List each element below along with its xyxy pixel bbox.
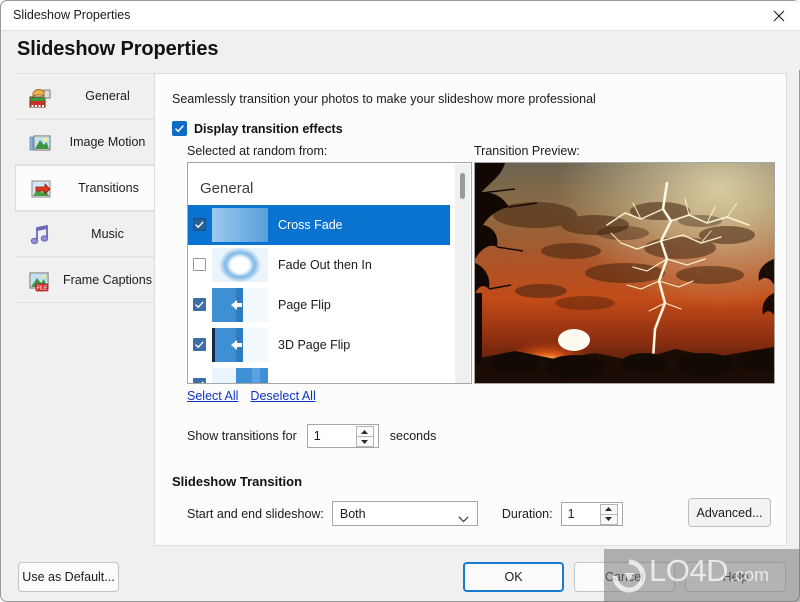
list-item[interactable] [188, 365, 450, 383]
dialog-window: Slideshow Properties Slideshow Propertie… [0, 0, 800, 602]
start-end-row: Start and end slideshow: Both Duration: … [187, 501, 623, 526]
stepper-up-icon[interactable] [599, 503, 618, 515]
3d-page-flip-thumb [212, 328, 268, 362]
show-transitions-stepper[interactable]: 1 [306, 424, 379, 448]
start-end-value: Both [339, 506, 366, 521]
picture-file-icon: FILE [27, 268, 53, 294]
advanced-button[interactable]: Advanced... [688, 498, 771, 527]
list-item-label: 3D Page Flip [278, 338, 351, 352]
scrollbar-thumb[interactable] [460, 173, 465, 199]
duration-label: Duration: [501, 506, 553, 521]
sidebar: General Image Motion Transitions Music F… [15, 73, 156, 303]
sidebar-item-image-motion[interactable]: Image Motion [15, 119, 154, 165]
sidebar-item-label: Image Motion [69, 135, 146, 149]
ok-button[interactable]: OK [463, 562, 564, 592]
list-actions: Select All Deselect All [187, 389, 316, 403]
row-checkbox-unchecked-icon[interactable] [193, 258, 206, 271]
stepper-buttons [599, 503, 618, 525]
stepper-up-icon[interactable] [355, 426, 374, 437]
list-item-label: Cross Fade [278, 218, 343, 232]
row-checkbox-checked-icon[interactable] [193, 298, 206, 311]
fade-out-in-thumb [212, 248, 268, 282]
transitions-listbox[interactable]: General Cross Fade Fade Out then In Page… [187, 162, 472, 384]
picture-motion-icon [27, 130, 53, 156]
list-item[interactable]: Fade Out then In [188, 245, 450, 285]
content-panel: Seamlessly transition your photos to mak… [154, 73, 787, 546]
show-transitions-value: 1 [313, 429, 321, 443]
use-as-default-button[interactable]: Use as Default... [18, 562, 119, 592]
camera-film-icon [27, 84, 53, 110]
checkbox-checked-icon [172, 121, 187, 136]
select-all-link[interactable]: Select All [187, 389, 238, 403]
show-transitions-unit: seconds [389, 429, 437, 443]
duration-stepper[interactable]: 1 [560, 501, 623, 526]
slideshow-transition-title: Slideshow Transition [172, 474, 303, 489]
help-button[interactable]: Help [685, 562, 786, 592]
display-transition-effects-checkbox[interactable]: Display transition effects [172, 121, 343, 136]
title-bar: Slideshow Properties [1, 1, 800, 31]
row-checkbox-checked-icon[interactable] [193, 218, 206, 231]
deselect-all-link[interactable]: Deselect All [250, 389, 315, 403]
row-checkbox-checked-icon[interactable] [193, 338, 206, 351]
list-group-header: General [200, 180, 254, 197]
svg-text:FILE: FILE [37, 285, 48, 291]
list-item-label: Fade Out then In [278, 258, 372, 272]
list-item-label: Page Flip [278, 298, 331, 312]
music-note-icon [27, 222, 53, 248]
cancel-button[interactable]: Cancel [574, 562, 675, 592]
list-item[interactable]: Cross Fade [188, 205, 450, 245]
sidebar-item-label: General [85, 89, 130, 103]
page-flip-thumb [212, 288, 268, 322]
duration-value: 1 [567, 506, 575, 521]
transitions-list: Cross Fade Fade Out then In Page Flip 3D… [188, 205, 450, 383]
start-end-label: Start and end slideshow: [187, 506, 324, 521]
partial-thumb [212, 368, 268, 383]
row-checkbox-checked-icon[interactable] [193, 378, 206, 383]
sidebar-item-label: Frame Captions [63, 273, 152, 287]
stepper-down-icon[interactable] [599, 514, 618, 525]
intro-text: Seamlessly transition your photos to mak… [172, 92, 596, 106]
sidebar-item-label: Transitions [78, 181, 139, 195]
list-item[interactable]: 3D Page Flip [188, 325, 450, 365]
window-title: Slideshow Properties [13, 8, 131, 22]
sidebar-item-music[interactable]: Music [15, 211, 154, 257]
show-transitions-label: Show transitions for [187, 429, 297, 443]
checkbox-label: Display transition effects [194, 121, 343, 136]
chevron-down-icon [458, 510, 469, 528]
selected-at-random-label: Selected at random from: [187, 144, 328, 158]
start-end-select[interactable]: Both [331, 501, 478, 528]
show-transitions-row: Show transitions for 1 seconds [187, 424, 436, 448]
sidebar-item-frame-captions[interactable]: FILE Frame Captions [15, 257, 154, 303]
page-title: Slideshow Properties [17, 38, 219, 60]
listbox-scrollbar[interactable] [455, 164, 470, 383]
close-icon[interactable] [756, 1, 800, 30]
sidebar-item-transitions[interactable]: Transitions [15, 165, 156, 211]
transition-preview-label: Transition Preview: [474, 144, 580, 158]
stepper-down-icon[interactable] [355, 437, 374, 447]
sidebar-item-label: Music [91, 227, 124, 241]
list-item[interactable]: Page Flip [188, 285, 450, 325]
transition-preview-image [474, 162, 775, 384]
arrow-picture-icon [28, 176, 54, 202]
sidebar-item-general[interactable]: General [15, 73, 154, 119]
stepper-buttons [355, 426, 374, 447]
